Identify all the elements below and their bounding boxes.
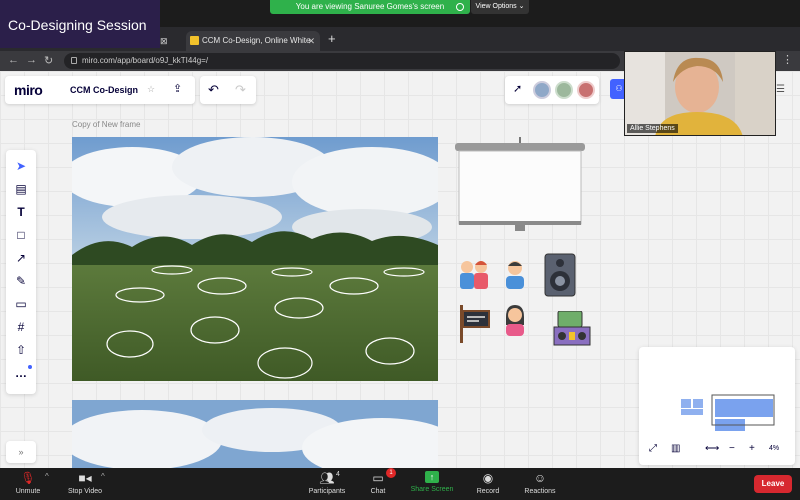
woman-svg [506, 305, 524, 336]
field-photo-copy[interactable] [72, 400, 438, 468]
minimap-svg [681, 394, 775, 431]
share-screen-label: Share Screen [410, 486, 454, 493]
avatar[interactable] [533, 81, 551, 99]
reactions-label: Reactions [524, 488, 556, 495]
list-icon[interactable]: ☰ [776, 84, 785, 95]
unmute-button[interactable]: 🎙︎ Unmute [10, 468, 46, 500]
projector-screen-svg [455, 137, 585, 231]
shape-tool-icon[interactable]: □ [6, 225, 36, 245]
speaker-svg [544, 253, 576, 297]
map-icon[interactable]: ▥ [671, 443, 680, 454]
screen: Co-Designing Session You are viewing San… [0, 0, 800, 500]
miro-logo[interactable]: miro [14, 82, 43, 98]
tab-miro-board[interactable]: CCM Co-Design, Online White ✕ [186, 31, 320, 51]
audio-options-icon[interactable]: ^ [45, 472, 49, 481]
share-screen-icon: ↑ [425, 471, 439, 483]
cursor-tracking-icon[interactable]: ➚ [513, 82, 522, 95]
back-arrow-icon[interactable]: ← [8, 54, 19, 66]
view-options-label: View Options [475, 3, 517, 10]
comment-tool-icon[interactable]: ▭ [6, 294, 36, 314]
record-label: Record [476, 488, 500, 495]
url-input[interactable]: miro.com/app/board/o9J_kkTI44g=/ [64, 53, 620, 69]
redo-icon[interactable]: ↷ [235, 82, 246, 98]
participant-video[interactable]: Allie Stephens [624, 51, 776, 136]
zoom-controls-bar: 🎙︎ Unmute ^ ■◂ Stop Video ^ 👥︎ 4 Partici… [0, 468, 800, 500]
tab-previous[interactable]: ⊠ [160, 32, 184, 51]
upload-tool-icon[interactable]: ⇧ [6, 340, 36, 360]
session-label: Co-Designing Session [0, 0, 160, 48]
viewing-banner-text: You are viewing Sanuree Gomes's screen [295, 2, 445, 11]
pen-tool-icon[interactable]: ✎ [6, 271, 36, 291]
fit-width-icon[interactable]: ⟷ [705, 443, 719, 454]
miro-favicon-icon [190, 36, 199, 45]
participant-name: Allie Stephens [627, 124, 678, 133]
field-image-copy [72, 400, 438, 468]
collaborators-bar: ➚ [505, 76, 599, 104]
dj-booth-icon[interactable] [552, 310, 592, 355]
board-header: miro CCM Co-Design ☆ ⇪ [5, 76, 195, 104]
participants-button[interactable]: 👥︎ 4 Participants [304, 468, 350, 500]
woman-icon[interactable] [497, 303, 533, 347]
close-tab-icon[interactable]: ✕ [307, 31, 315, 51]
zoom-level[interactable]: 4% [769, 445, 779, 452]
expand-panel-icon[interactable]: » [6, 441, 36, 463]
family-icon[interactable] [456, 257, 492, 301]
family-svg [460, 261, 488, 289]
chat-badge: 1 [386, 468, 396, 478]
frame-label[interactable]: Copy of New frame [72, 120, 140, 129]
select-tool-icon[interactable]: ➤ [6, 156, 36, 176]
status-dot-icon [456, 3, 464, 11]
video-options-icon[interactable]: ^ [101, 472, 105, 481]
tab-title: CCM Co-Design, Online White [202, 36, 311, 45]
stop-video-label: Stop Video [67, 488, 103, 495]
reactions-button[interactable]: ☺ Reactions [520, 468, 560, 500]
frame-tool-icon[interactable]: # [6, 317, 36, 337]
speaker-icon[interactable] [542, 253, 578, 297]
new-tab-icon[interactable]: + [328, 31, 336, 46]
avatar[interactable] [577, 81, 595, 99]
dj-booth-svg [553, 310, 591, 346]
notification-dot [28, 365, 32, 369]
minimap-panel[interactable]: ⤢ ▥ ⟷ − + 4% [639, 347, 795, 465]
signboard-svg [460, 305, 490, 343]
reactions-icon: ☺ [533, 471, 547, 485]
export-icon[interactable]: ⇪ [173, 82, 182, 95]
chat-label: Chat [370, 488, 386, 495]
avatar[interactable] [555, 81, 573, 99]
man-icon[interactable] [497, 257, 533, 301]
text-tool-icon[interactable]: T [6, 202, 36, 222]
record-icon: ◉ [482, 471, 494, 485]
participants-count: 4 [336, 471, 340, 478]
record-button[interactable]: ◉ Record [472, 468, 504, 500]
reload-icon[interactable]: ↻ [44, 54, 53, 67]
zoom-in-icon[interactable]: + [749, 443, 755, 454]
arrow-tool-icon[interactable]: ↗ [6, 248, 36, 268]
fullscreen-icon[interactable]: ⤢ [649, 443, 657, 454]
miro-toolbar: ➤ ▤ T □ ↗ ✎ ▭ # ⇧ … [6, 150, 36, 394]
undo-icon[interactable]: ↶ [208, 82, 219, 98]
man-svg [506, 261, 524, 289]
participants-icon: 👥︎ [319, 471, 335, 485]
field-photo[interactable] [72, 137, 438, 381]
templates-tool-icon[interactable]: ▤ [6, 179, 36, 199]
participants-label: Participants [308, 488, 346, 495]
leave-button[interactable]: Leave [754, 475, 792, 493]
board-title[interactable]: CCM Co-Design [70, 85, 138, 95]
view-options-button[interactable]: View Options ⌄ [471, 0, 529, 14]
zoom-out-icon[interactable]: − [729, 443, 735, 454]
projector-screen-icon[interactable] [455, 137, 585, 237]
unmute-label: Unmute [15, 488, 41, 495]
forward-arrow-icon[interactable]: → [26, 54, 37, 66]
field-image [72, 137, 438, 381]
share-screen-button[interactable]: ↑ Share Screen [406, 468, 458, 500]
chat-button[interactable]: ▭ 1 Chat [364, 468, 396, 500]
undo-redo-group: ↶ ↷ [200, 76, 256, 104]
url-text: miro.com/app/board/o9J_kkTI44g=/ [82, 56, 209, 65]
signboard-icon[interactable] [456, 303, 492, 347]
viewing-banner: You are viewing Sanuree Gomes's screen [270, 0, 470, 14]
star-icon[interactable]: ☆ [147, 84, 155, 95]
lock-icon [71, 57, 77, 64]
muted-mic-icon: 🎙︎ [20, 471, 36, 485]
browser-menu-icon[interactable]: ⋮ [782, 53, 793, 66]
